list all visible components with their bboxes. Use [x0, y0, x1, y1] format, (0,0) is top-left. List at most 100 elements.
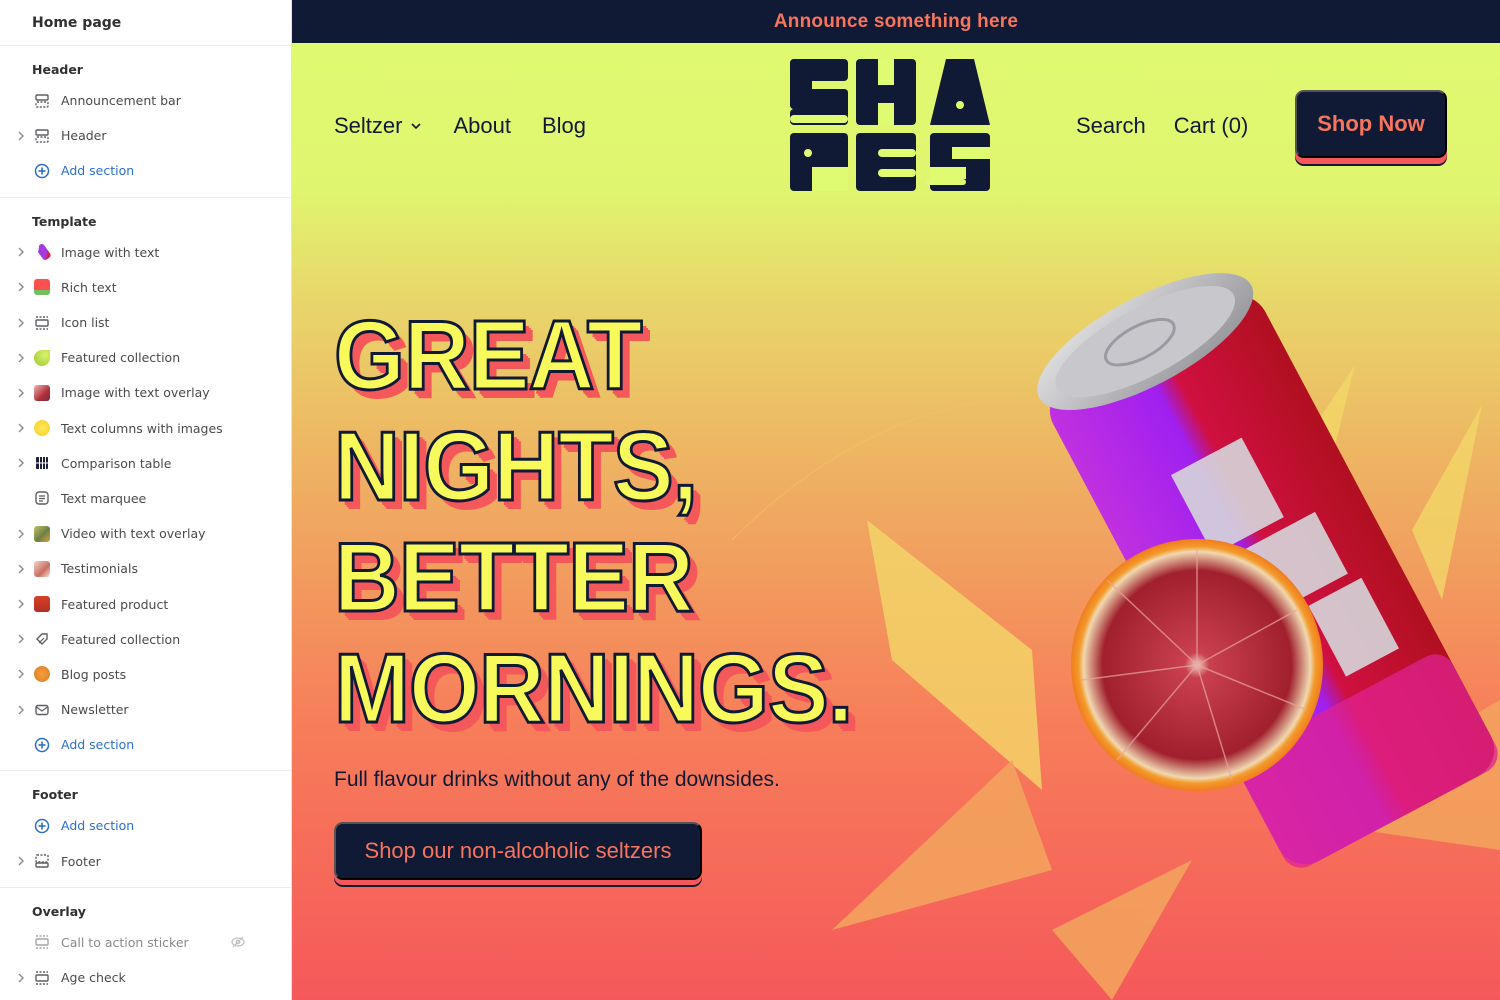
chevron-right-icon[interactable]	[16, 130, 26, 142]
sidebar-item-label: Blog posts	[61, 666, 127, 682]
chevron-right-icon[interactable]	[16, 281, 26, 293]
sidebar-item[interactable]: Image with text overlay	[0, 375, 291, 410]
orange-thumbnail-icon	[34, 666, 50, 683]
sidebar-item[interactable]: Footer	[0, 844, 291, 879]
chevron-right-icon[interactable]	[16, 668, 26, 680]
sidebar-item-label: Comparison table	[61, 455, 172, 471]
sidebar-item[interactable]: Age check	[0, 960, 291, 995]
sidebar-item[interactable]: Featured collection	[0, 340, 291, 375]
mail-icon	[34, 702, 50, 718]
sidebar-item[interactable]: Header	[0, 118, 291, 153]
sidebar-item-label: Text marquee	[61, 490, 147, 506]
chevron-right-icon[interactable]	[16, 246, 26, 258]
plus-circle-icon	[34, 163, 50, 179]
sidebar-item-label: Add section	[61, 163, 135, 179]
sidebar-item-label: Age check	[61, 970, 126, 986]
sidebar-item[interactable]: Testimonials	[0, 551, 291, 586]
add-section-button[interactable]: Add section	[0, 808, 291, 843]
shapes-logo[interactable]	[790, 57, 990, 193]
section-icon	[34, 128, 50, 144]
sidebar-group-footer: Footer Add section Footer	[0, 771, 291, 888]
photo-thumbnail-icon	[34, 384, 50, 401]
add-section-button[interactable]: Add section	[0, 727, 291, 762]
sidebar-item-label: Add section	[61, 737, 135, 753]
chevron-right-icon[interactable]	[16, 317, 26, 329]
nav-seltzer[interactable]: Seltzer	[334, 113, 422, 139]
sidebar-item-label: Text columns with images	[61, 420, 223, 436]
headline-line: GREAT	[333, 299, 644, 412]
chevron-right-icon[interactable]	[16, 387, 26, 399]
shop-seltzers-button[interactable]: Shop our non-alcoholic seltzers	[334, 822, 702, 880]
nav-search[interactable]: Search	[1076, 113, 1146, 139]
sidebar-item-label: Footer	[61, 853, 101, 869]
sidebar-item-label: Icon list	[61, 315, 110, 331]
headline-line: BETTER	[333, 521, 696, 634]
sidebar-item-label: Image with text overlay	[61, 385, 210, 401]
sidebar-item-label: Featured collection	[61, 350, 181, 366]
chevron-right-icon[interactable]	[16, 528, 26, 540]
chevron-right-icon[interactable]	[16, 704, 26, 716]
chevron-right-icon[interactable]	[16, 598, 26, 610]
can-thumbnail-icon	[34, 243, 52, 262]
section-icon	[34, 93, 50, 109]
chevron-right-icon[interactable]	[16, 972, 26, 984]
sidebar-group-title: Header	[32, 62, 83, 77]
sidebar-item[interactable]: Video with text overlay	[0, 516, 291, 551]
chevron-down-icon	[411, 123, 422, 130]
headline-line: MORNINGS.	[333, 632, 855, 745]
chevron-right-icon[interactable]	[16, 855, 26, 867]
chevron-right-icon[interactable]	[16, 352, 26, 364]
footer-icon	[34, 853, 50, 869]
nav-about[interactable]: About	[453, 113, 511, 139]
lemon-thumbnail-icon	[34, 420, 50, 437]
lime-thumbnail-icon	[34, 349, 50, 366]
sidebar-item-label: Testimonials	[61, 561, 138, 577]
hero-subtitle: Full flavour drinks without any of the d…	[334, 768, 780, 791]
tag-icon	[34, 631, 50, 647]
sidebar-group-header: Header Announcement bar Header Add section	[0, 46, 291, 198]
headline-line: NIGHTS,	[333, 410, 700, 523]
sidebar-item[interactable]: Announcement bar	[0, 83, 291, 118]
hero-headline: GREAT NIGHTS, BETTER MORNINGS.	[333, 299, 1034, 745]
sidebar-item[interactable]: Featured collection	[0, 622, 291, 657]
sidebar-item-label: Video with text overlay	[61, 526, 206, 542]
store-preview: Announce something here Seltzer About Bl…	[292, 0, 1500, 1000]
sidebar-item[interactable]: Text marquee	[0, 481, 291, 516]
sidebar-item-label: Newsletter	[61, 702, 129, 718]
nav-cart[interactable]: Cart (0)	[1174, 113, 1249, 139]
sidebar-item[interactable]: Call to action sticker	[0, 925, 291, 960]
people-thumbnail-icon	[34, 560, 50, 577]
sidebar-item[interactable]: Rich text	[0, 270, 291, 305]
sidebar-item-label: Featured product	[61, 596, 169, 612]
sidebar-item-label: Call to action sticker	[61, 934, 189, 950]
video-thumbnail-icon	[34, 525, 50, 542]
sidebar-item[interactable]: Text columns with images	[0, 411, 291, 446]
store-header: Seltzer About Blog Search Cart (0) Shop …	[292, 43, 1500, 203]
chevron-right-icon[interactable]	[16, 422, 26, 434]
table-icon	[34, 455, 50, 471]
chevron-right-icon[interactable]	[16, 457, 26, 469]
shop-now-button[interactable]: Shop Now	[1295, 90, 1447, 158]
sidebar-group-title: Footer	[32, 787, 78, 803]
sidebar-item[interactable]: Icon list	[0, 305, 291, 340]
sidebar-item-label: Rich text	[61, 279, 117, 295]
list-section-icon	[34, 934, 50, 950]
sidebar-item-label: Image with text	[61, 244, 160, 260]
sidebar-item[interactable]: Newsletter	[0, 692, 291, 727]
eye-off-icon[interactable]	[230, 934, 246, 950]
product-image	[1037, 273, 1498, 868]
sidebar-group-title: Template	[32, 213, 97, 229]
sidebar-item[interactable]: Image with text	[0, 235, 291, 270]
page-title: Home page	[0, 0, 291, 46]
sidebar-item[interactable]: Blog posts	[0, 657, 291, 692]
sidebar-group-template: Template Image with text Rich text Icon lis…	[0, 198, 291, 772]
chevron-right-icon[interactable]	[16, 563, 26, 575]
nav-blog[interactable]: Blog	[542, 113, 586, 139]
product-thumbnail-icon	[34, 596, 50, 613]
text-icon	[34, 490, 50, 506]
add-section-button[interactable]: Add section	[0, 153, 291, 188]
sidebar-item[interactable]: Comparison table	[0, 446, 291, 481]
chevron-right-icon[interactable]	[16, 633, 26, 645]
sidebar-item[interactable]: Featured product	[0, 586, 291, 621]
list-section-icon	[34, 970, 50, 986]
